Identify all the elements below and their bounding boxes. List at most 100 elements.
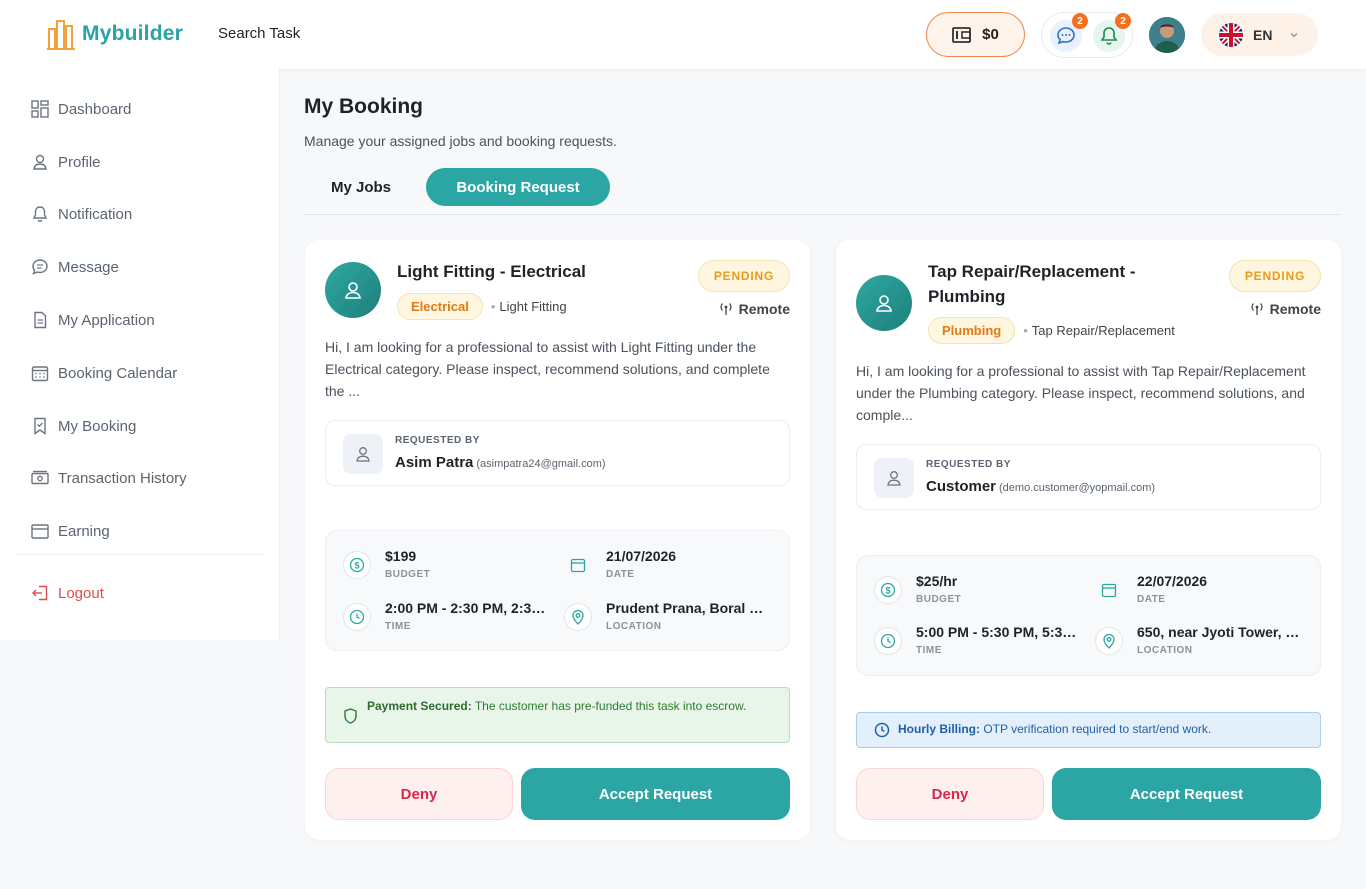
sidebar-item-booking-calendar[interactable]: Booking Calendar: [31, 364, 177, 382]
wallet-button[interactable]: $0: [926, 12, 1025, 57]
sidebar-divider: [16, 554, 264, 555]
note-text: The customer has pre-funded this task in…: [474, 699, 747, 713]
requester-avatar: [343, 434, 383, 474]
sidebar-item-earning[interactable]: Earning: [31, 522, 110, 540]
category-row: Plumbing Tap Repair/Replacement: [928, 317, 1175, 344]
notifications-button[interactable]: 2: [1093, 13, 1131, 52]
page-subtitle: Manage your assigned jobs and booking re…: [304, 133, 617, 149]
date-item: 22/07/2026 DATE: [1095, 573, 1207, 605]
accept-request-button[interactable]: Accept Request: [1052, 768, 1321, 820]
top-header: Mybuilder Search Task $0 2 2 EN: [0, 0, 1366, 69]
location-label: LOCATION: [1137, 645, 1193, 656]
bell-icon: [32, 206, 48, 223]
booking-request-card: Tap Repair/Replacement - Plumbing PENDIN…: [836, 240, 1341, 840]
tab-my-jobs[interactable]: My Jobs: [310, 168, 412, 206]
logo-text: Mybuilder: [82, 22, 183, 45]
sidebar-item-label: Booking Calendar: [58, 364, 178, 382]
search-task-link[interactable]: Search Task: [218, 25, 300, 42]
subcategory: Light Fitting: [491, 299, 566, 314]
location-pin-icon: [1103, 633, 1115, 649]
calendar-icon: [31, 366, 49, 382]
date-value: 22/07/2026: [1137, 573, 1208, 589]
chevron-down-icon: [1290, 32, 1298, 37]
time-item: 2:00 PM - 2:30 PM, 2:30 PM - 3:00 PM TIME: [343, 600, 547, 632]
svg-text:$: $: [354, 561, 359, 571]
job-description: Hi, I am looking for a professional to a…: [856, 363, 1306, 423]
category-row: Electrical Light Fitting: [397, 293, 567, 320]
sidebar-item-my-booking[interactable]: My Booking: [31, 417, 136, 435]
user-icon: [887, 471, 901, 486]
clock-icon: [880, 633, 896, 649]
remote-icon: [720, 303, 732, 315]
sidebar-item-profile[interactable]: Profile: [31, 153, 101, 171]
wallet-icon: [952, 26, 972, 43]
sidebar-item-dashboard[interactable]: Dashboard: [31, 100, 131, 118]
tab-divider: [304, 214, 1341, 215]
time-value: 2:00 PM - 2:30 PM, 2:30 PM - 3:00 PM: [385, 600, 547, 616]
logo[interactable]: Mybuilder: [46, 17, 183, 51]
user-avatar[interactable]: [1149, 17, 1185, 53]
language-code: EN: [1253, 26, 1273, 43]
sidebar-item-transaction-history[interactable]: Transaction History: [31, 469, 187, 487]
remote-icon: [1251, 303, 1263, 315]
requester-name: Customer: [926, 478, 997, 495]
job-avatar: [325, 262, 381, 318]
budget-value: $199: [385, 548, 417, 564]
work-mode: Remote: [1250, 301, 1321, 317]
note-text: OTP verification required to start/end w…: [983, 722, 1212, 736]
payment-secured-note: Payment Secured: The customer has pre-fu…: [325, 687, 790, 743]
sidebar-item-label: Profile: [58, 153, 101, 171]
booking-details: $ $199 BUDGET 21/07/2026 DATE 2:00 PM - 2:…: [325, 530, 790, 651]
work-mode: Remote: [719, 301, 790, 317]
shield-icon: [344, 708, 357, 724]
sidebar-item-message[interactable]: Message: [31, 258, 119, 276]
calendar-icon: [570, 558, 586, 573]
user-icon: [356, 447, 370, 462]
requested-by-label: REQUESTED BY: [395, 435, 480, 446]
booking-details: $ $25/hr BUDGET 22/07/2026 DATE 5:00 PM - …: [856, 555, 1321, 676]
booking-request-card: Light Fitting - Electrical PENDING Remot…: [305, 240, 810, 840]
sidebar-item-notification[interactable]: Notification: [31, 205, 132, 223]
tab-booking-request[interactable]: Booking Request: [426, 168, 610, 206]
job-avatar: [856, 275, 912, 331]
job-title: Light Fitting - Electrical: [397, 262, 586, 281]
sidebar-item-my-application[interactable]: My Application: [31, 311, 155, 329]
requested-by-box: REQUESTED BY Customer (demo.customer@yopm…: [856, 444, 1321, 510]
location-item: Prudent Prana, Boral Main Road LOCATION: [564, 600, 774, 632]
time-label: TIME: [916, 645, 942, 656]
language-selector[interactable]: EN: [1201, 13, 1318, 56]
location-pin-icon: [572, 609, 584, 625]
time-item: 5:00 PM - 5:30 PM, 5:30 PM - 6:00 PM TIME: [874, 624, 1078, 656]
deny-button[interactable]: Deny: [856, 768, 1044, 820]
logo-icon: [47, 20, 75, 50]
dollar-icon: $: [349, 557, 365, 573]
time-label: TIME: [385, 621, 411, 632]
deny-button[interactable]: Deny: [325, 768, 513, 820]
earning-icon: [31, 524, 49, 539]
work-mode-label: Remote: [1269, 301, 1321, 317]
messages-button[interactable]: 2: [1050, 13, 1088, 52]
chat-icon: [1057, 27, 1075, 45]
budget-item: $ $199 BUDGET: [343, 548, 430, 580]
hourly-billing-note: Hourly Billing: OTP verification require…: [856, 712, 1321, 748]
dashboard-icon: [31, 100, 49, 118]
avatar-image: [1149, 17, 1185, 53]
subcategory: Tap Repair/Replacement: [1023, 323, 1175, 338]
document-icon: [34, 311, 47, 329]
budget-label: BUDGET: [916, 594, 962, 605]
sidebar: Dashboard Profile Notification Message M…: [0, 69, 280, 640]
bell-icon: [1100, 27, 1118, 45]
page-title: My Booking: [304, 95, 423, 118]
time-value: 5:00 PM - 5:30 PM, 5:30 PM - 6:00 PM: [916, 624, 1078, 640]
sidebar-item-label: Transaction History: [58, 469, 187, 487]
logout-button[interactable]: Logout: [31, 584, 104, 602]
sidebar-item-label: My Booking: [58, 417, 137, 435]
sidebar-item-label: Earning: [58, 522, 110, 540]
accept-request-button[interactable]: Accept Request: [521, 768, 790, 820]
location-value: Prudent Prana, Boral Main Road: [606, 600, 774, 616]
requester-email: (asimpatra24@gmail.com): [476, 458, 606, 470]
cash-icon: [31, 470, 49, 485]
date-label: DATE: [606, 569, 635, 580]
status-badge: PENDING: [1229, 260, 1321, 292]
notification-count-badge: 2: [1115, 13, 1131, 29]
